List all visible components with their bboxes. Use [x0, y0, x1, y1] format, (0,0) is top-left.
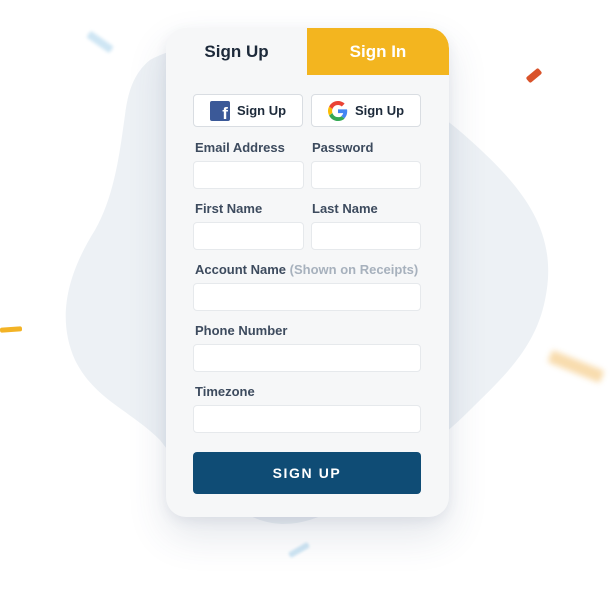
password-label: Password [312, 140, 374, 155]
last-name-label: Last Name [312, 201, 378, 216]
last-name-field[interactable] [311, 222, 421, 250]
signup-card: Sign Up Sign In f Sign Up Sign Up Email … [166, 28, 449, 517]
facebook-icon: f [209, 100, 230, 122]
facebook-signup-label: Sign Up [236, 103, 287, 118]
facebook-signup-button[interactable]: f Sign Up [193, 94, 303, 127]
phone-label: Phone Number [195, 323, 288, 338]
email-field[interactable] [193, 161, 304, 189]
first-name-label: First Name [195, 201, 263, 216]
google-signup-label: Sign Up [354, 103, 405, 118]
tab-sign-up[interactable]: Sign Up [166, 28, 307, 75]
account-name-label-group: Account Name (Shown on Receipts) [195, 262, 418, 277]
google-signup-button[interactable]: Sign Up [311, 94, 421, 127]
account-name-label: Account Name [195, 262, 287, 277]
account-name-field[interactable] [193, 283, 421, 311]
timezone-field[interactable] [193, 405, 421, 433]
password-field[interactable] [311, 161, 421, 189]
auth-tabs: Sign Up Sign In [166, 28, 449, 75]
phone-field[interactable] [193, 344, 421, 372]
sign-up-button[interactable]: SIGN UP [193, 452, 421, 494]
google-icon [327, 100, 348, 121]
first-name-field[interactable] [193, 222, 304, 250]
email-label: Email Address [195, 140, 285, 155]
timezone-label: Timezone [195, 384, 255, 399]
tab-sign-in[interactable]: Sign In [307, 28, 449, 75]
account-name-hint: (Shown on Receipts) [289, 262, 419, 277]
